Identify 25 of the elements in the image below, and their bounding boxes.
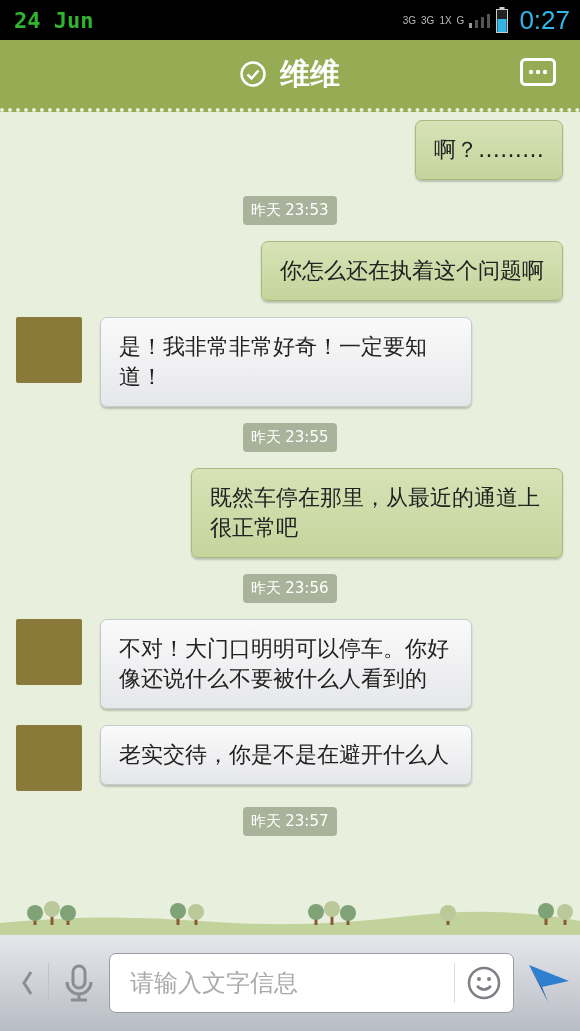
sent-message: 你怎么还在执着这个问题啊	[261, 241, 563, 301]
timestamp: 昨天 23:53	[242, 196, 337, 225]
microphone-icon[interactable]	[63, 964, 95, 1002]
chevron-left-icon[interactable]	[20, 970, 34, 996]
sent-message: 既然车停在那里，从最近的通道上很正常吧	[191, 468, 563, 558]
battery-icon	[496, 7, 509, 33]
network-label: 3G	[421, 14, 435, 26]
received-message: 不对！大门口明明可以停车。你好像还说什么不要被什么人看到的	[100, 619, 472, 709]
sent-message: 啊？………	[415, 120, 563, 180]
status-date: 24 Jun	[14, 7, 94, 33]
timestamp: 昨天 23:57	[242, 807, 337, 836]
timestamp: 昨天 23:55	[242, 423, 337, 452]
network-label: G	[456, 14, 465, 26]
message-input[interactable]: 请输入文字信息	[128, 968, 442, 998]
message-box[interactable]: 请输入文字信息	[109, 953, 514, 1013]
network-label: 1X	[439, 14, 452, 26]
timestamp: 昨天 23:56	[242, 574, 337, 603]
network-label: 3G	[402, 14, 417, 26]
status-time: 0:27	[519, 4, 570, 36]
emoji-icon[interactable]	[467, 966, 501, 1000]
received-message: 老实交待，你是不是在避开什么人	[100, 725, 472, 785]
contact-name: 维维	[280, 54, 340, 93]
received-message: 是！我非常非常好奇！一定要知道！	[100, 317, 472, 407]
signal-icon	[469, 12, 492, 28]
more-button[interactable]	[520, 58, 556, 89]
